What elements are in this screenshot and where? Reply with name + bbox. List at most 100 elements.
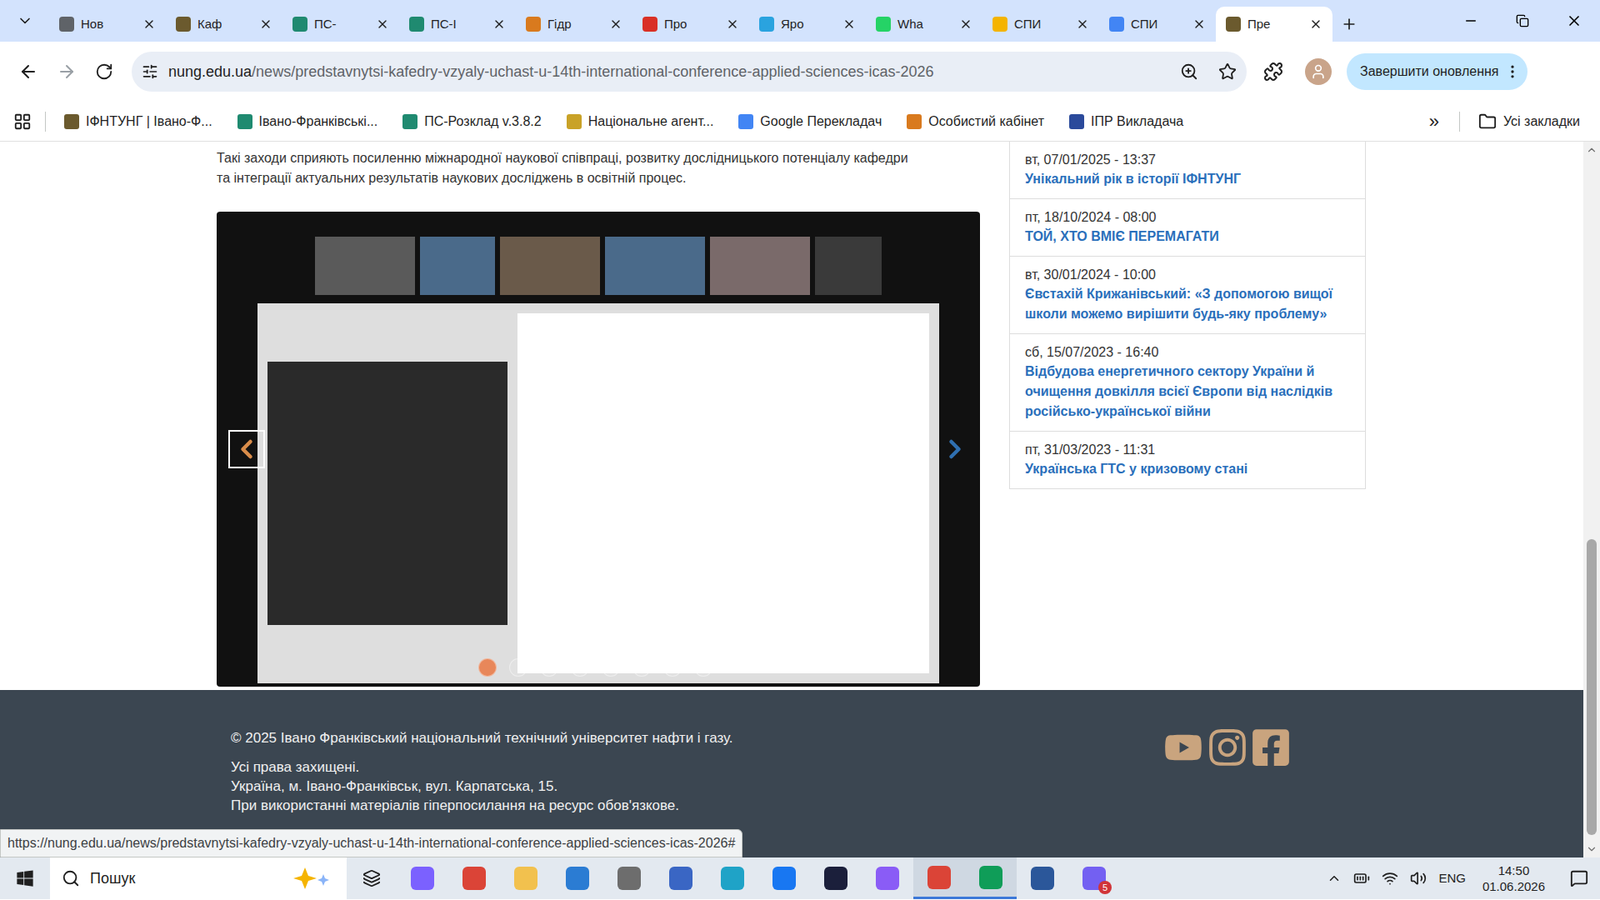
browser-tab[interactable]: Про xyxy=(632,6,750,42)
tab-close-icon[interactable] xyxy=(492,17,506,31)
folder-icon xyxy=(1478,112,1497,131)
notifications-icon[interactable] xyxy=(1570,869,1589,888)
footer-line: При використанні матеріалів гіперпосилан… xyxy=(230,795,1165,815)
slider-dot[interactable] xyxy=(663,658,682,677)
bookmark-item[interactable]: Google Перекладач xyxy=(731,108,889,135)
start-button[interactable] xyxy=(0,857,50,900)
slider-dot[interactable] xyxy=(632,658,651,677)
tab-close-icon[interactable] xyxy=(142,17,156,31)
scroll-down-icon[interactable] xyxy=(1585,843,1598,855)
news-title[interactable]: ТОЙ, ХТО ВМІЄ ПЕРЕМАГАТИ xyxy=(1025,226,1350,247)
taskbar-app[interactable] xyxy=(758,857,810,900)
browser-tab[interactable]: Каф xyxy=(165,6,283,42)
bookmark-item[interactable]: ІФНТУНГ | Івано-Ф... xyxy=(57,108,220,135)
slider-dot[interactable] xyxy=(478,658,497,677)
battery-icon[interactable] xyxy=(1353,870,1370,887)
tray-expand-icon[interactable] xyxy=(1326,870,1342,886)
news-title[interactable]: Унікальний рік в історії ІФНТУНГ xyxy=(1025,169,1350,190)
bookmark-item[interactable]: Національне агент... xyxy=(560,108,721,135)
tab-favicon-icon xyxy=(292,16,308,32)
tab-close-icon[interactable] xyxy=(1192,17,1206,31)
reload-icon[interactable] xyxy=(95,62,114,81)
bookmark-star-icon[interactable] xyxy=(1218,62,1237,81)
browser-tab[interactable]: СПИ xyxy=(982,6,1100,42)
slider-dot[interactable] xyxy=(601,658,620,677)
news-title[interactable]: Євстахій Крижанівський: «З допомогою вищ… xyxy=(1025,284,1350,325)
wifi-icon[interactable] xyxy=(1381,870,1399,887)
zoom-icon[interactable] xyxy=(1180,62,1199,81)
page-scrollbar[interactable] xyxy=(1583,141,1600,858)
tab-close-icon[interactable] xyxy=(725,17,740,31)
taskbar-search[interactable]: Пошук xyxy=(50,857,347,900)
facebook-icon[interactable] xyxy=(1252,726,1290,769)
browser-tab[interactable]: Яро xyxy=(749,6,866,42)
news-date: вт, 30/01/2024 - 10:00 xyxy=(1025,265,1350,285)
volume-icon[interactable] xyxy=(1410,870,1427,887)
taskbar-app[interactable]: 5 xyxy=(1068,857,1120,900)
browser-tab[interactable]: СПИ xyxy=(1099,6,1216,42)
tab-close-icon[interactable] xyxy=(1075,17,1090,31)
taskbar-app[interactable] xyxy=(913,857,965,900)
news-title[interactable]: Українська ГТС у кризовому стані xyxy=(1025,459,1350,480)
restore-button[interactable] xyxy=(1496,0,1549,42)
taskbar-app[interactable] xyxy=(810,857,862,900)
new-tab-button[interactable] xyxy=(1332,6,1366,42)
browser-tab[interactable]: ПС- xyxy=(282,6,400,42)
task-view-button[interactable] xyxy=(346,857,397,900)
close-button[interactable] xyxy=(1548,0,1600,42)
clock[interactable]: 14:5001.06.2026 xyxy=(1477,862,1550,895)
forward-icon[interactable] xyxy=(56,61,77,82)
address-bar[interactable]: nung.edu.ua/news/predstavnytsi-kafedry-v… xyxy=(131,51,1247,92)
browser-tab[interactable]: Пре xyxy=(1215,6,1333,42)
bookmark-favicon-icon xyxy=(566,114,582,130)
browser-tab[interactable]: Нов xyxy=(49,6,166,42)
taskbar-app[interactable] xyxy=(861,857,914,900)
slider-prev-button[interactable] xyxy=(228,430,265,469)
all-bookmarks-button[interactable]: Усі закладки xyxy=(1471,111,1587,132)
minimize-button[interactable] xyxy=(1445,0,1497,42)
tab-close-icon[interactable] xyxy=(259,17,273,31)
update-button[interactable]: Завершити оновлення xyxy=(1346,53,1528,90)
taskbar-app[interactable] xyxy=(448,857,500,900)
instagram-icon[interactable] xyxy=(1209,726,1246,769)
browser-tab[interactable]: ПС-І xyxy=(399,6,516,42)
scroll-up-icon[interactable] xyxy=(1585,144,1598,156)
back-icon[interactable] xyxy=(18,61,39,82)
taskbar-app[interactable] xyxy=(706,857,759,900)
taskbar-app[interactable] xyxy=(655,857,707,900)
apps-icon[interactable] xyxy=(13,112,32,131)
youtube-icon[interactable] xyxy=(1164,726,1203,769)
bookmark-item[interactable]: Особистий кабінет xyxy=(900,108,1051,135)
slider-dot[interactable] xyxy=(694,658,713,677)
bookmark-item[interactable]: Івано-Франківськi... xyxy=(230,108,385,135)
extensions-icon[interactable] xyxy=(1263,61,1284,82)
slider-next-button[interactable] xyxy=(936,430,974,469)
tab-close-icon[interactable] xyxy=(842,17,856,31)
scrollbar-thumb[interactable] xyxy=(1586,539,1597,835)
language-indicator[interactable]: ENG xyxy=(1438,869,1466,889)
tab-search-button[interactable] xyxy=(0,0,50,42)
taskbar-app[interactable] xyxy=(500,857,552,900)
news-title[interactable]: Відбудова енергетичного сектору України … xyxy=(1025,361,1350,422)
profile-avatar-icon[interactable] xyxy=(1305,58,1332,85)
bookmark-item[interactable]: ІПР Викладача xyxy=(1062,108,1190,135)
tab-close-icon[interactable] xyxy=(375,17,390,31)
taskbar-app[interactable] xyxy=(396,857,449,900)
browser-tab[interactable]: Wha xyxy=(865,6,983,42)
taskbar-app[interactable] xyxy=(603,857,655,900)
tab-close-icon[interactable] xyxy=(609,17,623,31)
sparkle-icon xyxy=(288,865,335,891)
more-bookmarks-button[interactable]: » xyxy=(1420,107,1448,135)
tab-close-icon[interactable] xyxy=(959,17,973,31)
site-info-icon[interactable] xyxy=(141,63,159,80)
taskbar-app[interactable] xyxy=(965,857,1017,900)
slider-dot[interactable] xyxy=(509,658,528,677)
bookmark-item[interactable]: ПС-Розклад v.3.8.2 xyxy=(395,108,548,135)
taskbar-app[interactable] xyxy=(551,857,604,900)
browser-tab[interactable]: Гідр xyxy=(515,6,633,42)
plus-icon xyxy=(1340,15,1358,33)
slider-dot[interactable] xyxy=(540,658,559,677)
tab-close-icon[interactable] xyxy=(1309,17,1323,31)
slider-dot[interactable] xyxy=(570,658,590,677)
taskbar-app[interactable] xyxy=(1016,857,1069,900)
